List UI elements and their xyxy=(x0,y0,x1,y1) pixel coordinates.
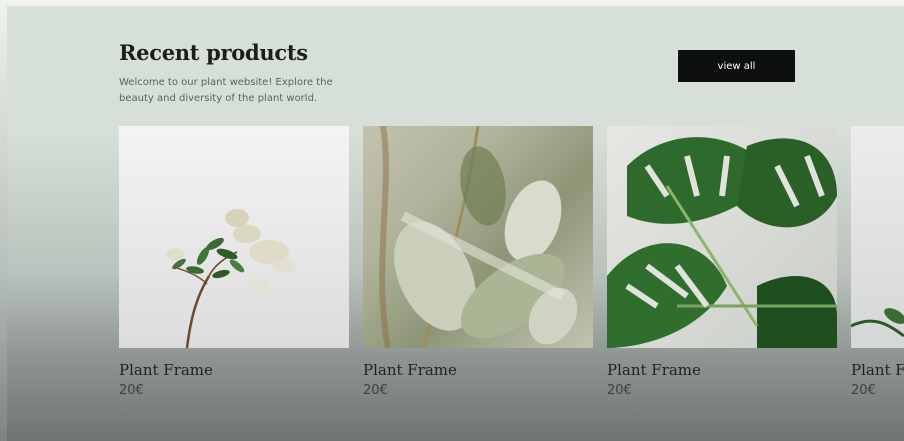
product-image-plant-sprig[interactable] xyxy=(119,126,349,348)
product-image-monstera[interactable] xyxy=(607,126,837,348)
product-name[interactable]: Plant Frame xyxy=(851,361,904,379)
section-subtitle: Welcome to our plant website! Explore th… xyxy=(119,77,333,104)
product-card[interactable]: Plant Frame 20€ xyxy=(851,126,904,398)
product-card[interactable]: Plant Frame 20€ xyxy=(119,126,349,398)
product-name[interactable]: Plant Frame xyxy=(363,361,593,379)
view-all-button[interactable]: view all xyxy=(678,50,795,82)
product-price: 20€ xyxy=(607,383,632,398)
soft-leaves-illustration xyxy=(363,126,593,348)
product-name[interactable]: Plant Frame xyxy=(607,361,837,379)
section-title: Recent products xyxy=(119,40,308,65)
product-card[interactable]: Plant Frame 20€ xyxy=(363,126,593,398)
product-price: 20€ xyxy=(363,383,388,398)
monstera-illustration xyxy=(607,137,837,348)
partial-plant-illustration xyxy=(851,308,904,338)
product-price: 20€ xyxy=(119,383,144,398)
product-image-soft-leaves[interactable] xyxy=(363,126,593,348)
top-strip xyxy=(0,0,904,6)
product-name[interactable]: Plant Frame xyxy=(119,361,349,379)
product-card[interactable]: Plant Frame 20€ xyxy=(607,126,837,398)
product-price: 20€ xyxy=(851,383,876,398)
plant-sprig-illustration xyxy=(166,209,296,348)
left-edge xyxy=(0,6,7,441)
product-image-partial[interactable] xyxy=(851,126,904,348)
